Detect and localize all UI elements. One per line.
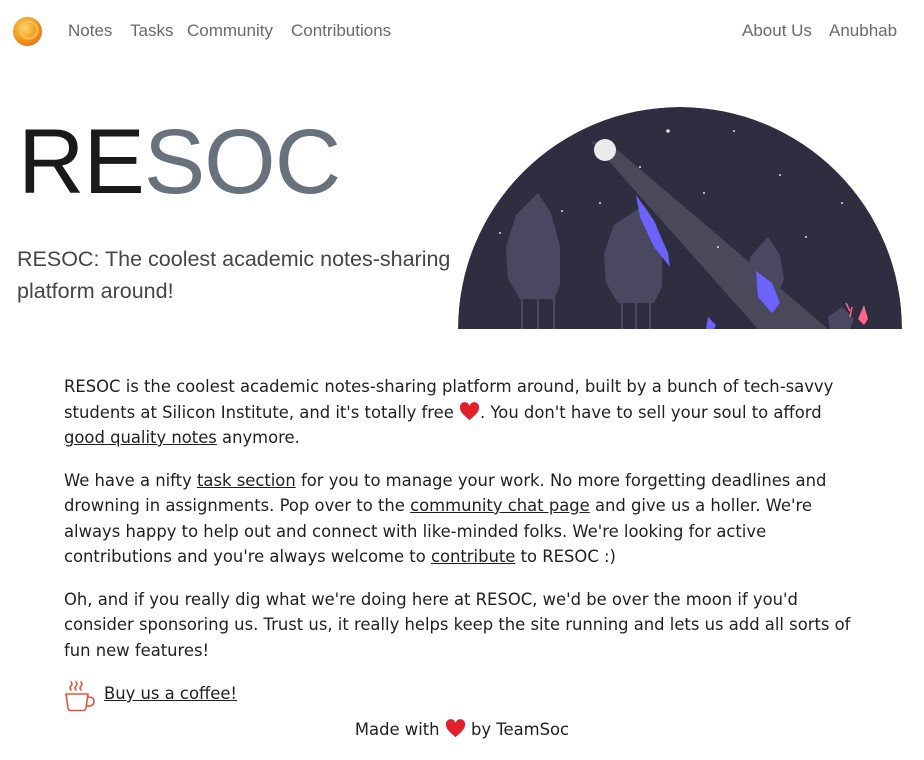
nav-link-community[interactable]: Community — [187, 21, 273, 41]
nav-link-about-us[interactable]: About Us — [742, 21, 812, 41]
top-navbar: Notes Tasks Community Contributions Abou… — [0, 0, 924, 64]
logo-icon[interactable] — [12, 16, 43, 47]
buy-coffee-link[interactable]: Buy us a coffee! — [104, 684, 237, 703]
contribute-link[interactable]: contribute — [431, 547, 515, 566]
task-section-link[interactable]: task section — [197, 471, 296, 490]
sponsor-paragraph: Oh, and if you really dig what we're doi… — [64, 589, 851, 660]
hero-tagline: RESOC: The coolest academic notes-sharin… — [17, 247, 451, 303]
footer-text: Made with — [354, 720, 445, 739]
main-content: RESOC is the coolest academic notes-shar… — [64, 374, 854, 680]
good-quality-notes-link[interactable]: good quality notes — [64, 428, 217, 447]
footer: Made with by TeamSoc — [0, 719, 924, 739]
hero-title-soc: SOC — [143, 111, 341, 213]
intro-paragraph: RESOC is the coolest academic notes-shar… — [64, 374, 854, 451]
nav-link-user-profile[interactable]: Anubhab — [829, 21, 897, 41]
intro-text: anymore. — [216, 428, 300, 447]
features-text: to RESOC :) — [515, 547, 616, 566]
heart-icon — [445, 719, 465, 738]
hero-title-re: RE — [18, 111, 145, 213]
night-sky-illustration — [458, 107, 902, 329]
features-paragraph: We have a nifty task section for you to … — [64, 468, 854, 570]
features-text: We have a nifty — [64, 470, 197, 490]
nav-link-contributions[interactable]: Contributions — [291, 21, 391, 41]
footer-text: by TeamSoc — [465, 720, 570, 739]
hero-title: RESOC — [18, 111, 341, 213]
intro-text: . You don't have to sell your soul to af… — [480, 402, 822, 422]
coffee-cup-icon — [65, 681, 95, 712]
nav-link-notes[interactable]: Notes — [68, 21, 112, 41]
community-chat-link[interactable]: community chat page — [410, 496, 590, 515]
heart-icon — [459, 401, 480, 420]
nav-link-tasks[interactable]: Tasks — [130, 21, 173, 41]
